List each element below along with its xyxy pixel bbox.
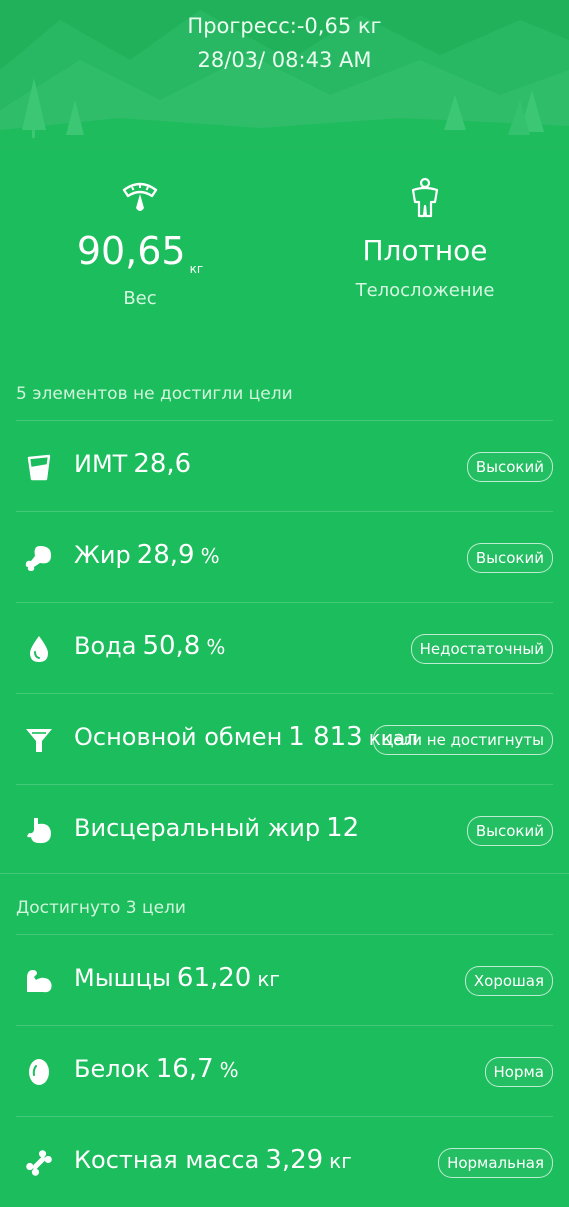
weight-stat[interactable]: 90,65 кг Вес (70, 176, 210, 309)
status-badge: Нормальная (438, 1148, 553, 1178)
status-badge: Хорошая (464, 966, 553, 996)
metric-label: Мышцы (74, 964, 171, 992)
measurement-datetime: 28/03/ 08:43 AM (197, 48, 372, 72)
egg-icon (29, 1059, 49, 1085)
fat-drumstick-icon (25, 546, 52, 571)
metric-unit: % (206, 635, 226, 659)
status-badge: Высокий (466, 452, 553, 482)
section-title-not-reached: 5 элементов не достигли цели (16, 384, 293, 404)
bmi-cup-icon (27, 454, 51, 481)
metric-unit: % (200, 544, 220, 568)
metric-unit: % (219, 1058, 239, 1082)
section-divider (0, 873, 569, 874)
status-badge: Недостаточный (410, 634, 553, 664)
metric-value: 61,20 (176, 963, 252, 993)
water-drop-icon (30, 636, 48, 662)
metric-unit: кг (257, 967, 280, 991)
metric-row-visceral-fat[interactable]: Висцеральный жир 12 Высокий (0, 785, 569, 875)
stomach-icon (27, 818, 51, 844)
metric-value: 16,7 (155, 1054, 214, 1084)
metric-label: Основной обмен (74, 723, 283, 751)
weight-unit: кг (189, 262, 204, 276)
weight-caption: Вес (123, 288, 157, 309)
metric-value: 12 (326, 813, 360, 843)
metric-label: Белок (74, 1055, 150, 1083)
progress-text: Прогресс:-0,65 кг (187, 14, 382, 38)
metric-row-fat[interactable]: Жир 28,9% Высокий (0, 512, 569, 602)
metric-label: Костная масса (74, 1146, 260, 1174)
metric-row-bmr[interactable]: Основной обмен 1 813 ккал Цели не достигну… (0, 694, 569, 784)
metric-value: 3,29 (265, 1145, 324, 1175)
body-type-caption: Телосложение (355, 280, 495, 301)
metric-value: 50,8 (142, 631, 201, 661)
metric-label: ИМТ (74, 450, 128, 478)
body-type-stat[interactable]: Плотное Телосложение (335, 176, 515, 301)
muscle-arm-icon (27, 970, 52, 993)
weight-value: 90,65 (76, 229, 186, 273)
metric-value: 28,6 (133, 449, 192, 479)
body-type-value: Плотное (362, 234, 488, 267)
metric-unit: кг (329, 1149, 352, 1173)
status-badge: Норма (484, 1057, 553, 1087)
metric-label: Висцеральный жир (74, 814, 321, 842)
metric-label: Жир (74, 541, 131, 569)
scale-icon (122, 182, 158, 211)
status-badge: Цели не достигнуты (372, 725, 553, 755)
metric-row-protein[interactable]: Белок 16,7% Норма (0, 1026, 569, 1116)
bone-icon (26, 1150, 52, 1176)
metric-value: 1 813 (288, 722, 363, 752)
status-badge: Высокий (466, 543, 553, 573)
metric-row-bmi[interactable]: ИМТ 28,6 Высокий (0, 421, 569, 511)
funnel-icon (26, 729, 52, 752)
metric-label: Вода (74, 632, 137, 660)
status-badge: Высокий (466, 816, 553, 846)
metric-value: 28,9 (136, 540, 195, 570)
metric-row-muscle[interactable]: Мышцы 61,20 кг Хорошая (0, 935, 569, 1025)
header-banner: Прогресс:-0,65 кг 28/03/ 08:43 AM (0, 0, 569, 150)
metric-row-bone-mass[interactable]: Костная масса 3,29 кг Нормальная (0, 1117, 569, 1207)
body-figure-icon (411, 177, 439, 218)
section-title-reached: Достигнуто 3 цели (16, 898, 186, 918)
metric-row-water[interactable]: Вода 50,8% Недостаточный (0, 603, 569, 693)
